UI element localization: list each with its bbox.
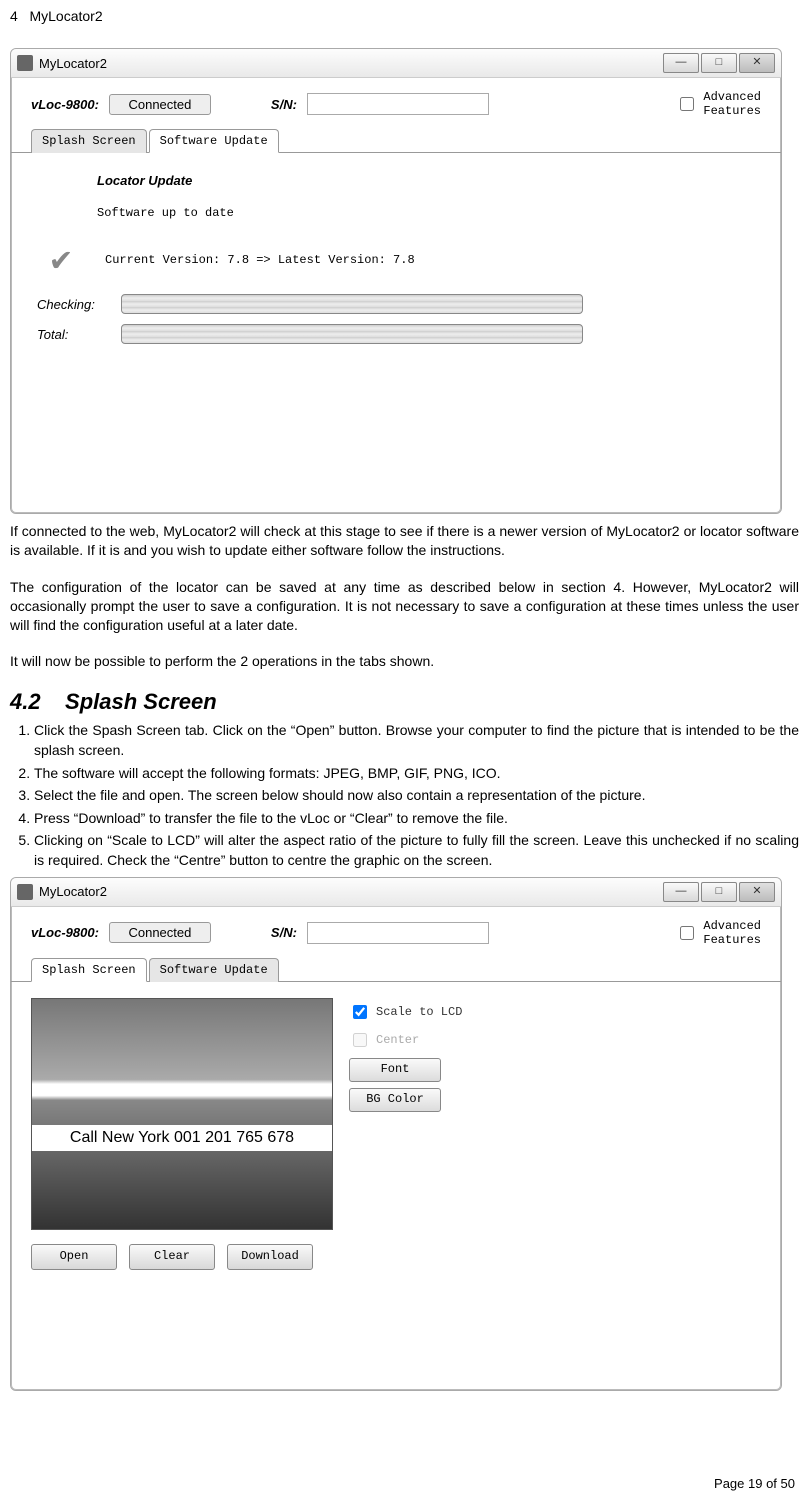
scale-to-lcd-checkbox[interactable] [353, 1005, 367, 1019]
step-2: The software will accept the following f… [34, 764, 799, 784]
minimize-button[interactable]: — [663, 882, 699, 902]
font-button[interactable]: Font [349, 1058, 441, 1082]
step-3: Select the file and open. The screen bel… [34, 786, 799, 806]
tab-splash-screen[interactable]: Splash Screen [31, 129, 147, 153]
page-footer: Page 19 of 50 [714, 1476, 795, 1491]
advanced-features-checkbox[interactable] [680, 926, 694, 940]
paragraph-2: The configuration of the locator can be … [10, 578, 799, 635]
maximize-button[interactable]: □ [701, 53, 737, 73]
minimize-button[interactable]: — [663, 53, 699, 73]
splash-preview: Call New York 001 201 765 678 [31, 998, 333, 1230]
advanced-features-checkbox[interactable] [680, 97, 694, 111]
checkmark-icon: ✔ [37, 236, 85, 284]
uptodate-text: Software up to date [97, 206, 755, 220]
locator-update-heading: Locator Update [97, 173, 755, 188]
advanced-features-label: Advanced Features [703, 90, 761, 118]
center-label: Center [376, 1033, 419, 1047]
chapter-number: 4 [10, 8, 18, 24]
scale-to-lcd-label: Scale to LCD [376, 1005, 462, 1019]
titlebar: MyLocator2 — □ ✕ [11, 49, 781, 78]
clear-button[interactable]: Clear [129, 1244, 215, 1270]
close-button[interactable]: ✕ [739, 53, 775, 73]
tab-software-update[interactable]: Software Update [149, 958, 279, 982]
connection-status: Connected [109, 922, 211, 943]
checking-progress [121, 294, 583, 314]
app-icon [17, 884, 33, 900]
sn-label: S/N: [271, 97, 297, 112]
center-checkbox [353, 1033, 367, 1047]
step-5: Clicking on “Scale to LCD” will alter th… [34, 831, 799, 870]
window-title: MyLocator2 [39, 884, 107, 899]
software-update-pane: Locator Update Software up to date ✔ Cur… [11, 153, 781, 513]
version-line: Current Version: 7.8 => Latest Version: … [105, 253, 415, 267]
sn-label: S/N: [271, 925, 297, 940]
steps-list: Click the Spash Screen tab. Click on the… [10, 721, 799, 870]
splash-banner-text: Call New York 001 201 765 678 [32, 1125, 332, 1151]
download-button[interactable]: Download [227, 1244, 313, 1270]
bg-color-button[interactable]: BG Color [349, 1088, 441, 1112]
step-4: Press “Download” to transfer the file to… [34, 809, 799, 829]
window-title: MyLocator2 [39, 56, 107, 71]
app-window-splash: MyLocator2 — □ ✕ vLoc-9800: Connected S/… [10, 877, 782, 1391]
total-label: Total: [37, 327, 107, 342]
total-progress [121, 324, 583, 344]
section-number: 4.2 [10, 689, 41, 714]
app-window-update: MyLocator2 — □ ✕ vLoc-9800: Connected S/… [10, 48, 782, 514]
connection-status: Connected [109, 94, 211, 115]
app-icon [17, 55, 33, 71]
device-label: vLoc-9800: [31, 97, 99, 112]
checking-label: Checking: [37, 297, 107, 312]
tab-software-update[interactable]: Software Update [149, 129, 279, 153]
close-button[interactable]: ✕ [739, 882, 775, 902]
sn-field[interactable] [307, 922, 489, 944]
titlebar: MyLocator2 — □ ✕ [11, 878, 781, 907]
chapter-title: MyLocator2 [29, 8, 102, 24]
step-1: Click the Spash Screen tab. Click on the… [34, 721, 799, 760]
splash-screen-pane: Call New York 001 201 765 678 Open Clear… [11, 982, 781, 1290]
device-label: vLoc-9800: [31, 925, 99, 940]
section-title: Splash Screen [65, 689, 217, 714]
maximize-button[interactable]: □ [701, 882, 737, 902]
open-button[interactable]: Open [31, 1244, 117, 1270]
advanced-features-label: Advanced Features [703, 919, 761, 947]
section-heading: 4.2 Splash Screen [10, 689, 799, 715]
sn-field[interactable] [307, 93, 489, 115]
tab-splash-screen[interactable]: Splash Screen [31, 958, 147, 982]
page-header: 4 MyLocator2 [10, 8, 799, 24]
paragraph-1: If connected to the web, MyLocator2 will… [10, 522, 799, 560]
paragraph-3: It will now be possible to perform the 2… [10, 652, 799, 671]
